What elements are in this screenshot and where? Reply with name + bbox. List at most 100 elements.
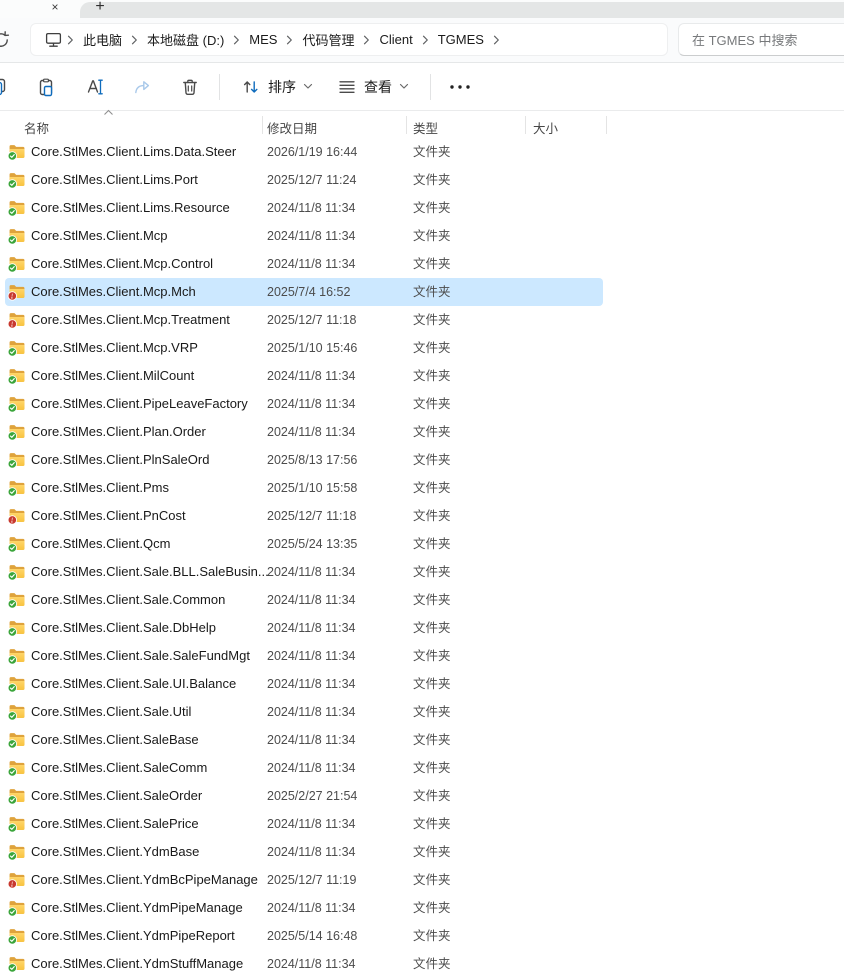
file-row[interactable]: Core.StlMes.Client.Plan.Order 2024/11/8 … (0, 418, 844, 446)
file-date-modified: 2025/7/4 16:52 (267, 278, 350, 306)
file-row[interactable]: Core.StlMes.Client.Qcm 2025/5/24 13:35 文… (0, 530, 844, 558)
file-row[interactable]: Core.StlMes.Client.SaleOrder 2025/2/27 2… (0, 782, 844, 810)
delete-button[interactable] (172, 70, 208, 104)
file-row[interactable]: Core.StlMes.Client.PnCost 2025/12/7 11:1… (0, 502, 844, 530)
breadcrumb-chevron-icon (363, 35, 370, 45)
file-row[interactable]: Core.StlMes.Client.Mcp.Mch 2025/7/4 16:5… (0, 278, 844, 306)
breadcrumb-item-6[interactable]: TGMES (431, 30, 491, 49)
refresh-icon[interactable] (0, 30, 11, 50)
file-name: Core.StlMes.Client.Sale.SaleFundMgt (31, 642, 250, 670)
file-row[interactable]: Core.StlMes.Client.Lims.Data.Steer 2026/… (0, 138, 844, 166)
new-tab-button[interactable]: + (90, 0, 110, 17)
breadcrumb-item-5[interactable]: Client (372, 30, 419, 49)
file-type: 文件夹 (413, 306, 451, 334)
status-normal-badge (8, 768, 17, 777)
file-row[interactable]: Core.StlMes.Client.Lims.Port 2025/12/7 1… (0, 166, 844, 194)
rename-button[interactable] (76, 70, 112, 104)
column-divider[interactable] (606, 116, 607, 134)
file-row[interactable]: Core.StlMes.Client.YdmBcPipeManage 2025/… (0, 866, 844, 894)
column-header-date[interactable]: 修改日期 (267, 118, 317, 137)
paste-button[interactable] (28, 70, 64, 104)
file-row[interactable]: Core.StlMes.Client.Lims.Resource 2024/11… (0, 194, 844, 222)
folder-icon (8, 675, 26, 692)
folder-icon (8, 227, 26, 244)
chevron-down-icon (303, 83, 313, 90)
file-date-modified: 2024/11/8 11:34 (267, 362, 356, 390)
column-divider[interactable] (262, 116, 263, 134)
sort-menu-button[interactable]: 排序 (231, 70, 323, 104)
more-options-button[interactable] (442, 70, 478, 104)
file-date-modified: 2024/11/8 11:34 (267, 558, 356, 586)
file-row[interactable]: Core.StlMes.Client.SaleBase 2024/11/8 11… (0, 726, 844, 754)
folder-icon (8, 955, 26, 972)
file-row[interactable]: Core.StlMes.Client.YdmPipeManage 2024/11… (0, 894, 844, 922)
copy-button[interactable] (0, 70, 16, 104)
file-row[interactable]: Core.StlMes.Client.YdmPipeReport 2025/5/… (0, 922, 844, 950)
status-normal-badge (8, 656, 17, 665)
share-button[interactable] (124, 70, 160, 104)
status-normal-badge (8, 544, 17, 553)
file-name: Core.StlMes.Client.PlnSaleOrd (31, 446, 209, 474)
column-divider[interactable] (525, 116, 526, 134)
column-divider[interactable] (406, 116, 407, 134)
file-row[interactable]: Core.StlMes.Client.SalePrice 2024/11/8 1… (0, 810, 844, 838)
status-normal-badge (8, 460, 17, 469)
file-date-modified: 2024/11/8 11:34 (267, 586, 356, 614)
view-menu-button[interactable]: 查看 (327, 70, 419, 104)
column-header-name[interactable]: 名称 (24, 118, 49, 137)
file-row[interactable]: Core.StlMes.Client.Sale.Util 2024/11/8 1… (0, 698, 844, 726)
status-modified-badge (8, 320, 17, 329)
breadcrumb-item-1[interactable]: 此电脑 (76, 28, 129, 51)
folder-icon (8, 451, 26, 468)
file-name: Core.StlMes.Client.PnCost (31, 502, 186, 530)
file-row[interactable]: Core.StlMes.Client.Sale.Common 2024/11/8… (0, 586, 844, 614)
file-row[interactable]: Core.StlMes.Client.Mcp.Treatment 2025/12… (0, 306, 844, 334)
breadcrumb-item-4[interactable]: 代码管理 (295, 28, 361, 51)
file-row[interactable]: Core.StlMes.Client.Sale.BLL.SaleBusin...… (0, 558, 844, 586)
status-normal-badge (8, 376, 17, 385)
file-row[interactable]: Core.StlMes.Client.MilCount 2024/11/8 11… (0, 362, 844, 390)
address-breadcrumb-bar[interactable]: 此电脑本地磁盘 (D:) MES 代码管理 Client TGMES (30, 23, 668, 56)
file-row[interactable]: Core.StlMes.Client.Mcp.VRP 2025/1/10 15:… (0, 334, 844, 362)
column-header-size[interactable]: 大小 (533, 118, 558, 137)
file-date-modified: 2024/11/8 11:34 (267, 810, 356, 838)
file-row[interactable]: Core.StlMes.Client.Sale.SaleFundMgt 2024… (0, 642, 844, 670)
file-row[interactable]: Core.StlMes.Client.YdmBase 2024/11/8 11:… (0, 838, 844, 866)
file-row[interactable]: Core.StlMes.Client.Sale.UI.Balance 2024/… (0, 670, 844, 698)
sort-ascending-icon (103, 109, 114, 116)
status-modified-badge (8, 880, 17, 889)
folder-icon (8, 759, 26, 776)
file-row[interactable]: Core.StlMes.Client.SaleComm 2024/11/8 11… (0, 754, 844, 782)
file-name: Core.StlMes.Client.Sale.BLL.SaleBusin... (31, 558, 269, 586)
folder-icon (8, 843, 26, 860)
file-row[interactable]: Core.StlMes.Client.PipeLeaveFactory 2024… (0, 390, 844, 418)
this-pc-icon (44, 30, 63, 49)
breadcrumb-item-3[interactable]: MES (242, 30, 284, 49)
file-date-modified: 2024/11/8 11:34 (267, 194, 356, 222)
file-row[interactable]: Core.StlMes.Client.Sale.DbHelp 2024/11/8… (0, 614, 844, 642)
folder-icon (8, 311, 26, 328)
file-row[interactable]: Core.StlMes.Client.Pms 2025/1/10 15:58 文… (0, 474, 844, 502)
breadcrumb-item-2[interactable]: 本地磁盘 (D:) (140, 28, 231, 51)
more-icon (449, 84, 471, 90)
copy-icon (0, 77, 8, 97)
column-header-type[interactable]: 类型 (413, 118, 438, 137)
tab-close-button[interactable]: × (46, 0, 64, 16)
file-type: 文件夹 (413, 782, 451, 810)
file-row[interactable]: Core.StlMes.Client.YdmStuffManage 2024/1… (0, 950, 844, 978)
file-row[interactable]: Core.StlMes.Client.Mcp 2024/11/8 11:34 文… (0, 222, 844, 250)
status-normal-badge (8, 936, 17, 945)
breadcrumb-chevron-icon (422, 35, 429, 45)
file-row[interactable]: Core.StlMes.Client.PlnSaleOrd 2025/8/13 … (0, 446, 844, 474)
search-input[interactable]: 在 TGMES 中搜索 (678, 23, 844, 56)
folder-icon (8, 283, 26, 300)
breadcrumb-chevron-icon[interactable] (493, 35, 500, 45)
file-name: Core.StlMes.Client.Qcm (31, 530, 170, 558)
status-modified-badge (8, 292, 17, 301)
file-date-modified: 2024/11/8 11:34 (267, 250, 356, 278)
status-normal-badge (8, 796, 17, 805)
file-type: 文件夹 (413, 614, 451, 642)
status-normal-badge (8, 572, 17, 581)
file-row[interactable]: Core.StlMes.Client.Mcp.Control 2024/11/8… (0, 250, 844, 278)
folder-icon (8, 647, 26, 664)
